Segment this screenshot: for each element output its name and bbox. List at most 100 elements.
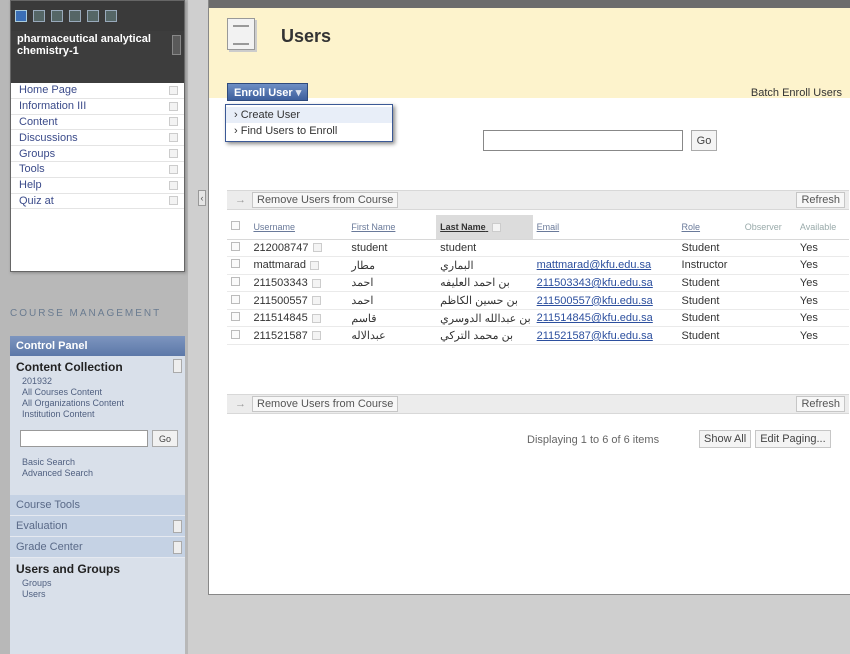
cell-observer <box>740 291 796 310</box>
cell-email[interactable]: mattmarad@kfu.edu.sa <box>532 256 678 275</box>
folder-view-icon[interactable] <box>51 10 63 22</box>
menu-item-quiz[interactable]: Quiz at <box>11 194 184 210</box>
grade-center-item[interactable]: Grade Center <box>10 537 185 558</box>
content-collection-scroll[interactable] <box>173 359 182 373</box>
cell-email[interactable]: 211521587@kfu.edu.sa <box>532 326 678 346</box>
course-tools-item[interactable]: Course Tools <box>10 495 185 516</box>
users-and-groups-section[interactable]: Users and Groups <box>10 558 185 578</box>
menu-item-options-icon[interactable] <box>169 85 178 95</box>
batch-enroll-link[interactable]: Batch Enroll Users <box>751 87 842 99</box>
evaluation-item[interactable]: Evaluation <box>10 516 185 537</box>
cc-link-all-organizations[interactable]: All Organizations Content <box>10 398 185 409</box>
col-first-name[interactable]: First Name <box>347 215 437 240</box>
cell-username: mattmarad <box>253 259 307 272</box>
menu-item-tools[interactable]: Tools <box>11 162 184 178</box>
advanced-search-link[interactable]: Advanced Search <box>10 468 185 479</box>
menu-item-help[interactable]: Help <box>11 178 184 194</box>
row-checkbox[interactable] <box>231 276 240 286</box>
cc-link-course[interactable]: 201932 <box>10 376 185 387</box>
col-username[interactable]: Username <box>249 215 348 240</box>
menu-item-home-page[interactable]: Home Page <box>11 83 184 99</box>
menu-item-options-icon[interactable] <box>169 101 178 111</box>
menu-item-groups[interactable]: Groups <box>11 146 184 162</box>
user-search-input[interactable] <box>483 130 683 151</box>
menu-item-discussions[interactable]: Discussions <box>11 130 184 147</box>
cell-email[interactable]: 211503343@kfu.edu.sa <box>532 274 678 293</box>
cell-available: Yes <box>795 274 849 293</box>
menu-item-options-icon[interactable] <box>169 196 178 206</box>
cp-tool-label: Course Tools <box>16 499 80 511</box>
action-bar-bottom: → Remove Users from Course Refresh <box>227 394 849 414</box>
row-options-icon[interactable] <box>312 243 322 253</box>
basic-search-link[interactable]: Basic Search <box>10 457 185 468</box>
find-users-option[interactable]: › Find Users to Enroll <box>226 123 392 139</box>
row-checkbox[interactable] <box>231 329 240 339</box>
refresh-icon[interactable] <box>33 10 45 22</box>
cc-link-institution[interactable]: Institution Content <box>10 409 185 420</box>
cp-tool-scroll[interactable] <box>173 541 182 554</box>
remove-users-button[interactable]: Remove Users from Course <box>252 192 399 208</box>
select-all-checkbox[interactable] <box>231 221 240 231</box>
ug-link-users[interactable]: Users <box>10 589 185 600</box>
col-role[interactable]: Role <box>677 215 741 240</box>
settings-icon[interactable] <box>87 10 99 22</box>
content-search-go-button[interactable]: Go <box>152 430 178 447</box>
cell-first-name: احمد <box>347 291 437 310</box>
row-checkbox[interactable] <box>231 259 240 269</box>
cell-role: Student <box>677 239 741 258</box>
show-all-button[interactable]: Show All <box>699 430 752 448</box>
ug-link-groups[interactable]: Groups <box>10 578 185 589</box>
enroll-user-button[interactable]: Enroll User ▾ <box>227 83 309 101</box>
user-search-go-button[interactable]: Go <box>691 130 717 151</box>
menu-item-information[interactable]: Information III <box>11 99 184 115</box>
row-options-icon[interactable] <box>311 331 321 341</box>
course-menu: pharmaceutical analytical chemistry-1 Ho… <box>10 0 185 272</box>
sort-icon[interactable] <box>492 222 502 232</box>
edit-paging-button[interactable]: Edit Paging... <box>755 430 831 448</box>
menu-item-label: Content <box>19 115 58 128</box>
menu-item-options-icon[interactable] <box>169 133 178 143</box>
cell-email[interactable]: 211500557@kfu.edu.sa <box>532 291 678 310</box>
control-panel-header[interactable]: Control Panel <box>10 336 185 356</box>
course-title-scroll[interactable] <box>172 35 181 55</box>
list-view-icon[interactable] <box>69 10 81 22</box>
cell-email[interactable]: 211514845@kfu.edu.sa <box>532 309 678 328</box>
row-checkbox[interactable] <box>231 294 240 304</box>
cell-last-name: بن محمد التركي <box>436 326 533 346</box>
cell-observer <box>740 239 796 258</box>
menu-item-options-icon[interactable] <box>169 117 178 127</box>
refresh-button[interactable]: Refresh <box>796 396 845 412</box>
menu-item-content[interactable]: Content <box>11 115 184 131</box>
cell-observer <box>740 256 796 275</box>
col-last-name[interactable]: Last Name <box>436 215 533 240</box>
row-options-icon[interactable] <box>310 260 320 270</box>
cell-email[interactable] <box>532 239 678 258</box>
cell-username: 211500557 <box>253 294 308 307</box>
row-checkbox[interactable] <box>231 241 240 251</box>
create-user-option[interactable]: › Create User <box>226 107 392 123</box>
row-options-icon[interactable] <box>311 296 321 306</box>
content-collection-section[interactable]: Content Collection <box>10 356 185 376</box>
collapse-menu-handle[interactable]: ‹ <box>198 190 206 206</box>
content-search-input[interactable] <box>20 430 148 447</box>
course-title-text: pharmaceutical analytical chemistry-1 <box>17 33 151 57</box>
arrow-right-icon: → <box>235 194 246 206</box>
menu-item-options-icon[interactable] <box>169 180 178 190</box>
remove-users-button[interactable]: Remove Users from Course <box>252 396 399 412</box>
cell-role: Student <box>677 274 741 293</box>
row-options-icon[interactable] <box>311 278 321 288</box>
row-checkbox[interactable] <box>231 312 240 322</box>
col-email[interactable]: Email <box>532 215 678 240</box>
add-menu-item-icon[interactable] <box>15 10 27 22</box>
refresh-button[interactable]: Refresh <box>796 192 845 208</box>
row-options-icon[interactable] <box>311 313 321 323</box>
user-search-row: Go <box>483 130 717 151</box>
sort-icon[interactable] <box>105 10 117 22</box>
cp-tool-scroll[interactable] <box>173 520 182 533</box>
menu-item-options-icon[interactable] <box>169 164 178 174</box>
menu-item-options-icon[interactable] <box>169 149 178 159</box>
cell-username: 211514845 <box>253 312 308 325</box>
course-title[interactable]: pharmaceutical analytical chemistry-1 <box>11 31 184 83</box>
cc-link-all-courses[interactable]: All Courses Content <box>10 387 185 398</box>
cell-available: Yes <box>795 256 849 275</box>
